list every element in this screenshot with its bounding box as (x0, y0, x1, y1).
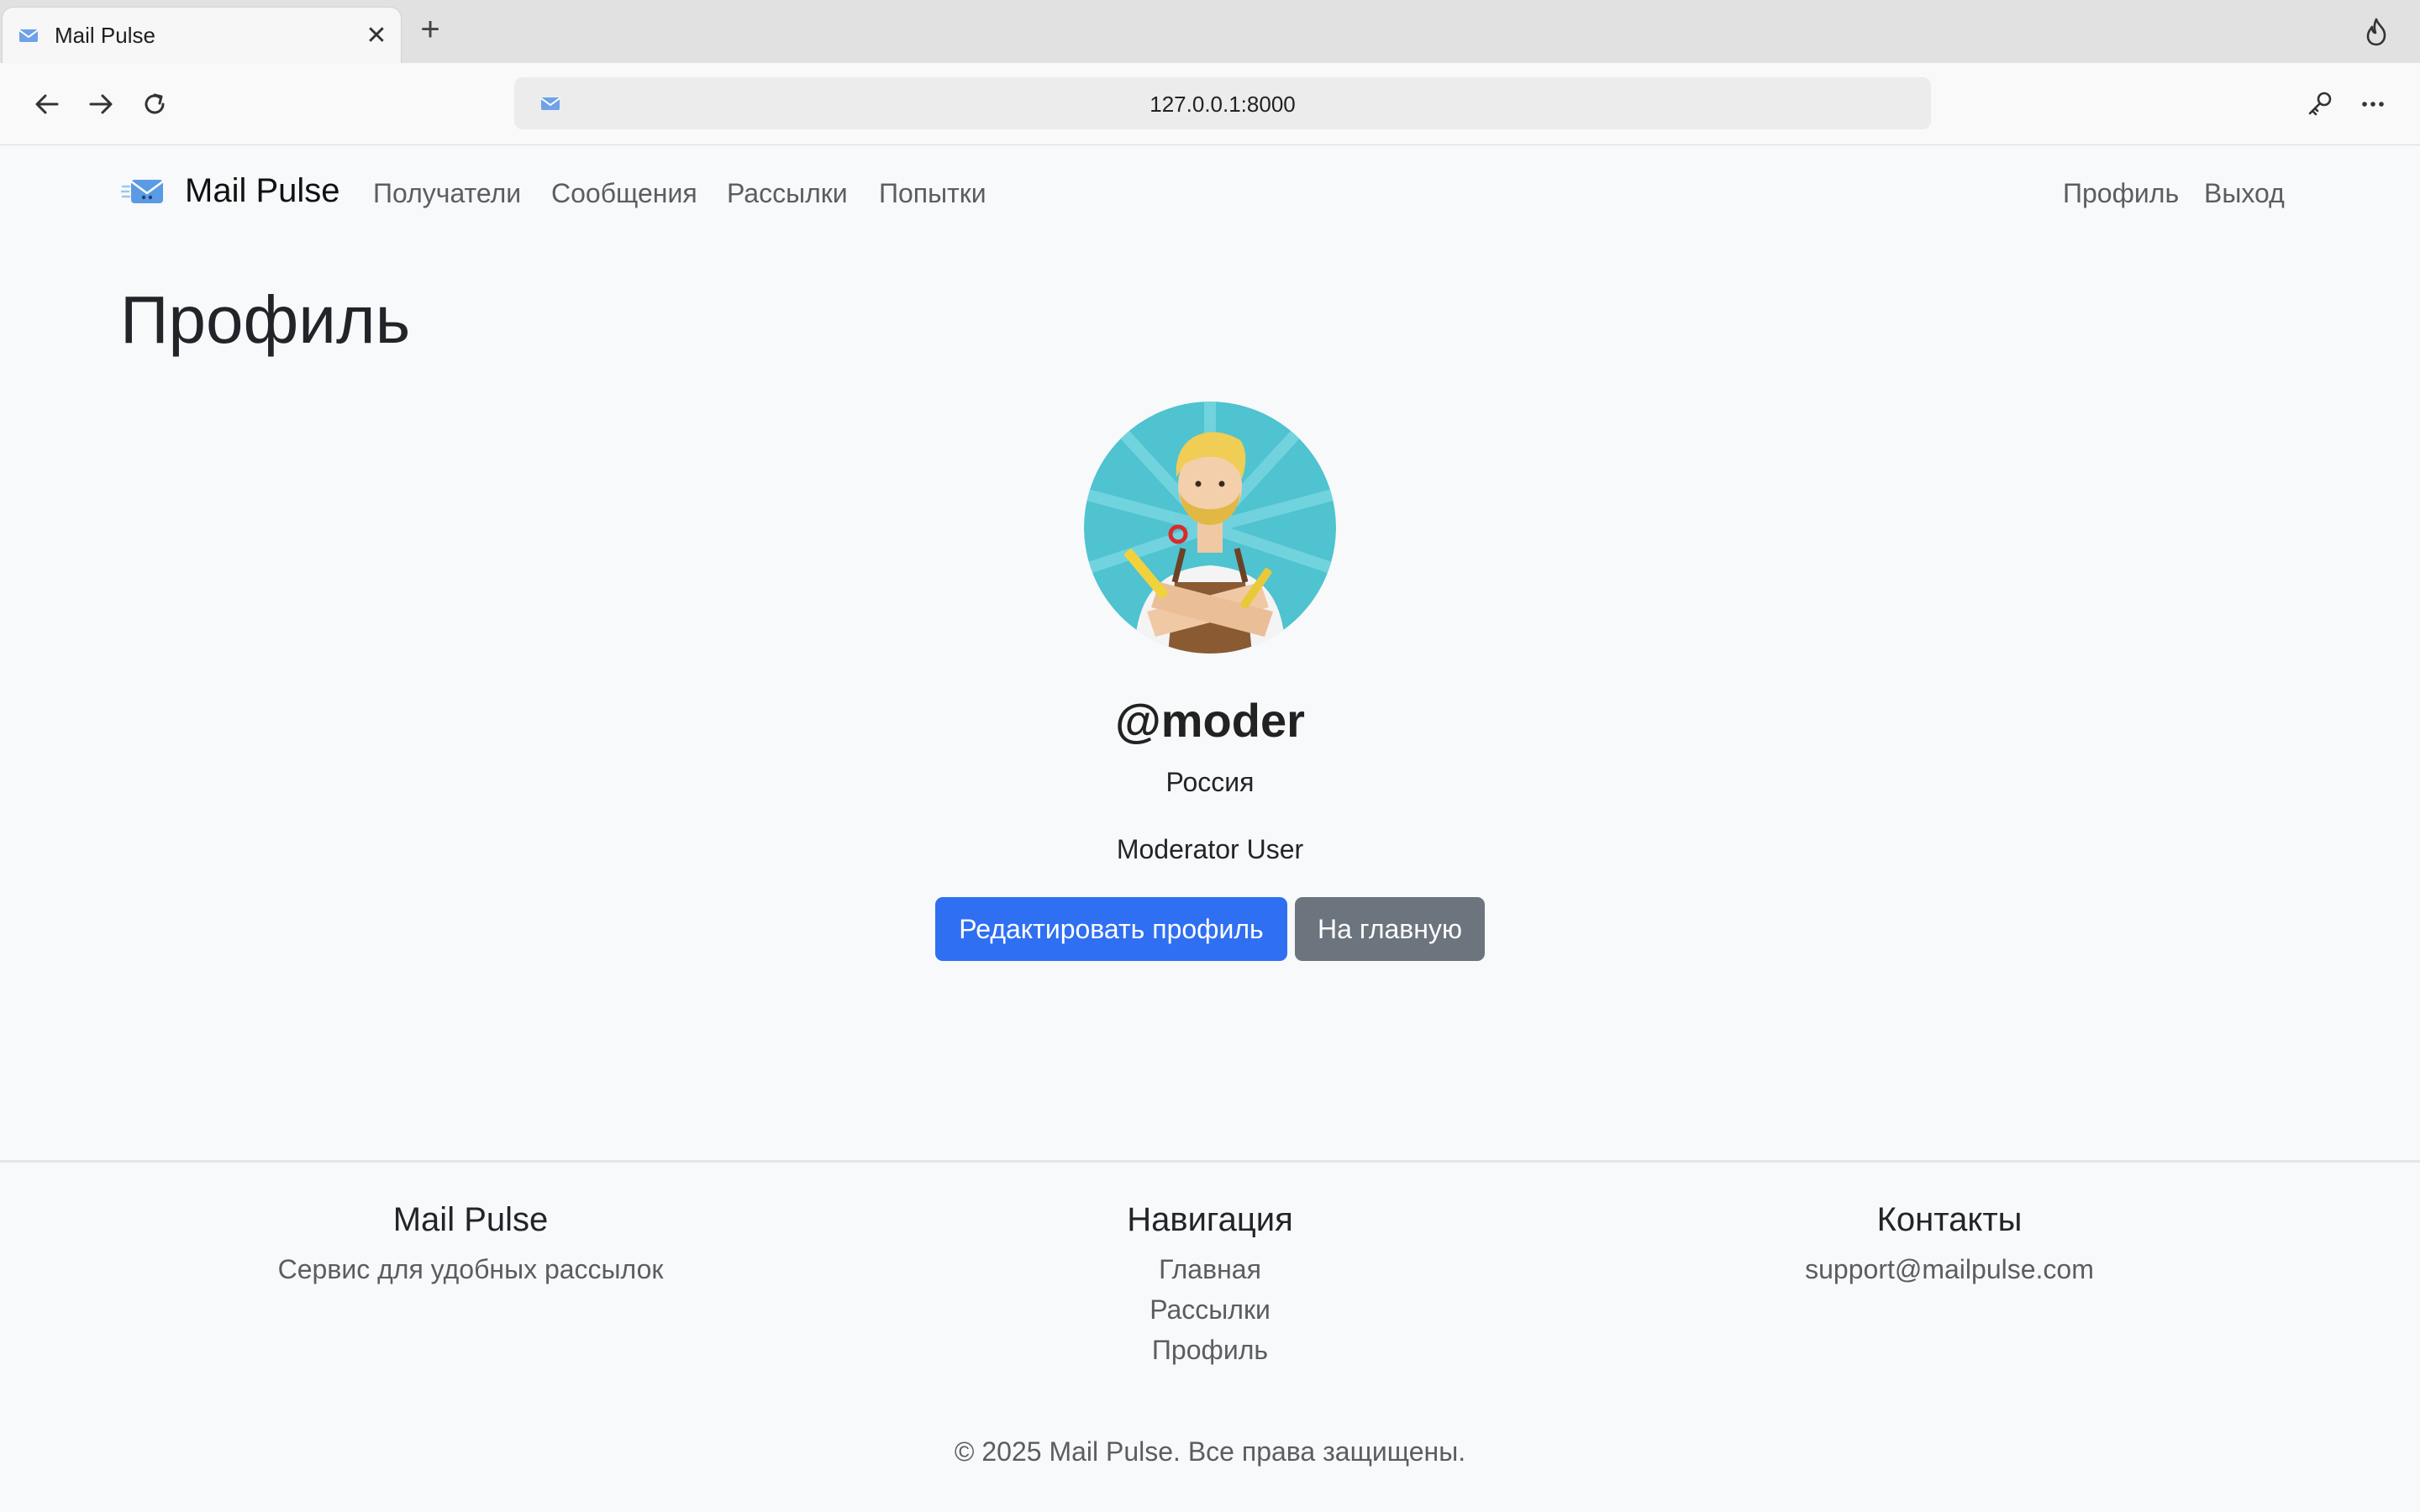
profile-full-name: Moderator User (1116, 834, 1304, 864)
forward-arrow-icon[interactable] (81, 84, 121, 124)
footer-link-home[interactable]: Главная (916, 1249, 1504, 1289)
footer-nav-title: Навигация (1127, 1201, 1293, 1238)
nav-link-attempts[interactable]: Попытки (879, 178, 986, 209)
browser-toolbar: 127.0.0.1:8000 (0, 63, 2420, 145)
mail-pulse-logo-icon[interactable] (121, 175, 165, 208)
browser-tab-bar: Mail Pulse ✕ + (0, 0, 2420, 65)
nav-link-profile[interactable]: Профиль (2063, 178, 2179, 209)
footer-link-mailings[interactable]: Рассылки (916, 1289, 1504, 1330)
new-tab-icon[interactable]: + (415, 13, 445, 46)
reload-icon[interactable] (134, 84, 175, 124)
footer-divider (0, 1160, 2420, 1163)
profile-country: Россия (1165, 767, 1255, 797)
page-title: Профиль (120, 282, 411, 357)
key-icon[interactable] (2299, 84, 2339, 124)
envelope-icon (18, 29, 39, 42)
avatar (1084, 402, 1336, 654)
back-arrow-icon[interactable] (27, 84, 67, 124)
browser-tab[interactable]: Mail Pulse ✕ (2, 7, 402, 65)
url-text: 127.0.0.1:8000 (1150, 92, 1296, 117)
footer-email[interactable]: support@mailpulse.com (1655, 1254, 2244, 1285)
footer-about-text: Сервис для удобных рассылок (277, 1254, 664, 1284)
footer-about: Mail Pulse Сервис для удобных рассылок (176, 1201, 765, 1285)
footer-contacts-title: Контакты (1876, 1201, 2023, 1238)
address-bar[interactable]: 127.0.0.1:8000 (514, 77, 1931, 129)
flame-icon[interactable] (2361, 17, 2391, 47)
nav-link-messages[interactable]: Сообщения (551, 178, 697, 209)
footer-navigation: Навигация Главная Рассылки Профиль (916, 1201, 1504, 1370)
brand-name[interactable]: Mail Pulse (185, 172, 340, 210)
nav-link-mailings[interactable]: Рассылки (727, 178, 848, 209)
footer-copyright: © 2025 Mail Pulse. Все права защищены. (954, 1436, 1466, 1467)
footer-contacts: Контакты support@mailpulse.com (1655, 1201, 2244, 1285)
footer-about-title: Mail Pulse (392, 1201, 549, 1238)
footer-link-profile[interactable]: Профиль (916, 1330, 1504, 1370)
tab-title: Mail Pulse (55, 23, 155, 48)
more-menu-icon[interactable] (2353, 84, 2393, 124)
nav-link-logout[interactable]: Выход (2204, 178, 2285, 209)
profile-username: @moder (1115, 694, 1305, 747)
close-tab-icon[interactable]: ✕ (362, 22, 391, 50)
nav-link-recipients[interactable]: Получатели (373, 178, 521, 209)
home-button[interactable]: На главную (1295, 897, 1485, 961)
edit-profile-button[interactable]: Редактировать профиль (935, 897, 1287, 961)
